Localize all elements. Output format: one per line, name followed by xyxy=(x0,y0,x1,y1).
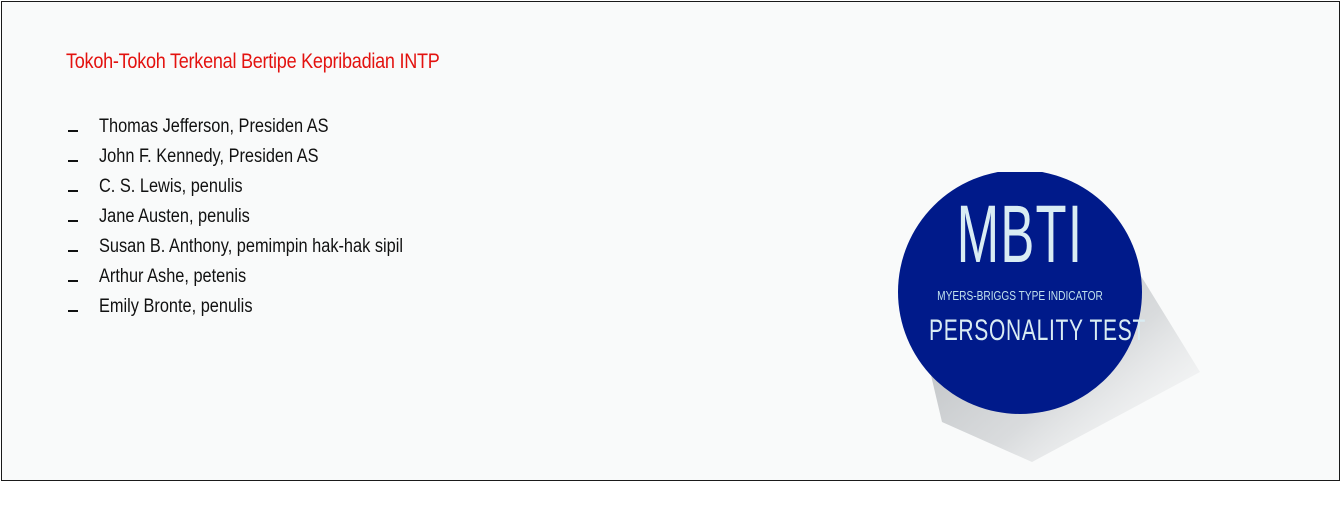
list-item-label: Arthur Ashe, petenis xyxy=(99,266,247,287)
list-item: Jane Austen, penulis xyxy=(68,202,452,232)
list-item-label: Susan B. Anthony, pemimpin hak-hak sipil xyxy=(99,236,403,257)
dash-bullet-icon xyxy=(68,130,78,132)
dash-bullet-icon xyxy=(68,250,78,252)
list-item: Arthur Ashe, petenis xyxy=(68,262,452,292)
list-item-label: John F. Kennedy, Presiden AS xyxy=(99,146,319,167)
list-item: Susan B. Anthony, pemimpin hak-hak sipil xyxy=(68,232,452,262)
dash-bullet-icon xyxy=(68,310,78,312)
dash-bullet-icon xyxy=(68,280,78,282)
list-item-label: Emily Bronte, penulis xyxy=(99,296,253,317)
list-item: Emily Bronte, penulis xyxy=(68,292,452,322)
mbti-logo-text: MBTI xyxy=(956,189,1084,280)
dash-bullet-icon xyxy=(68,190,78,192)
content-panel: Tokoh-Tokoh Terkenal Bertipe Kepribadian… xyxy=(1,1,1340,481)
personality-test-text: PERSONALITY TEST xyxy=(929,314,1146,347)
list-item: John F. Kennedy, Presiden AS xyxy=(68,142,452,172)
mbti-logo: MBTI MYERS-BRIGGS TYPE INDICATOR PERSONA… xyxy=(882,172,1202,472)
mbti-subtitle: MYERS-BRIGGS TYPE INDICATOR xyxy=(937,288,1103,303)
dash-bullet-icon xyxy=(68,220,78,222)
list-item-label: Thomas Jefferson, Presiden AS xyxy=(99,116,329,137)
list-item: Thomas Jefferson, Presiden AS xyxy=(68,112,452,142)
list-item-label: C. S. Lewis, penulis xyxy=(99,176,243,197)
list-item: C. S. Lewis, penulis xyxy=(68,172,452,202)
people-list: Thomas Jefferson, Presiden AS John F. Ke… xyxy=(68,112,452,322)
page-title: Tokoh-Tokoh Terkenal Bertipe Kepribadian… xyxy=(66,50,440,73)
list-item-label: Jane Austen, penulis xyxy=(99,206,250,227)
dash-bullet-icon xyxy=(68,160,78,162)
